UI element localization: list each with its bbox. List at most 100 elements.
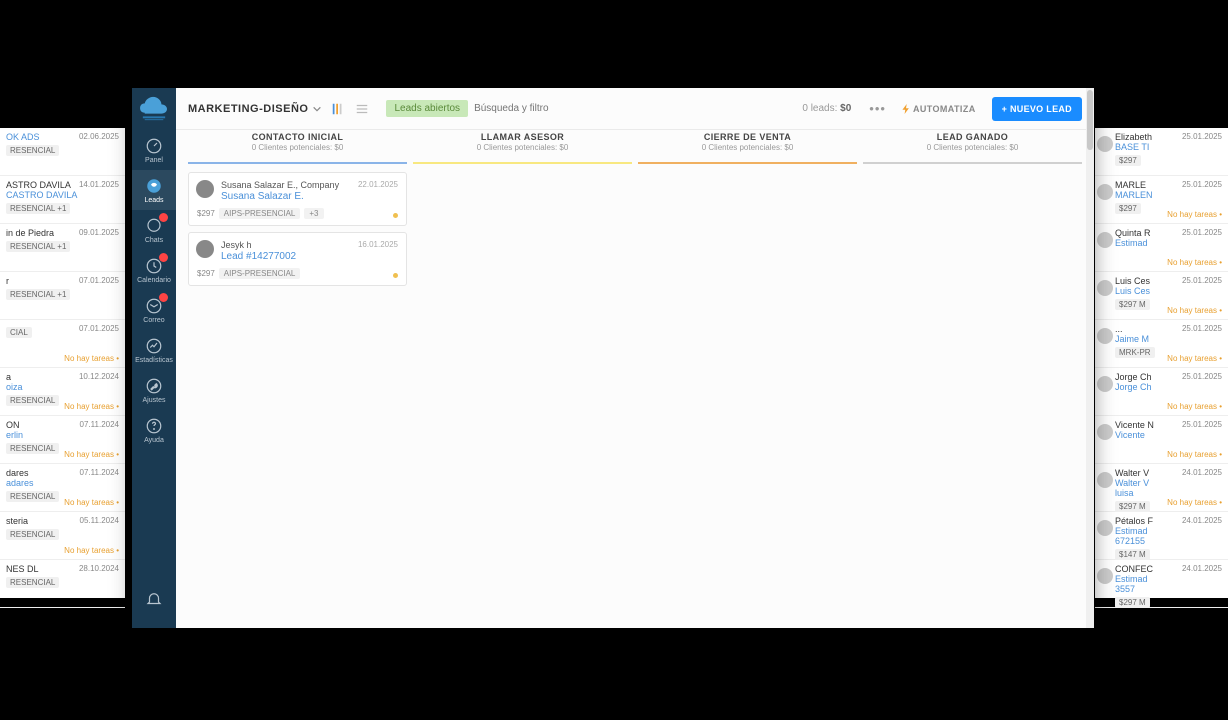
sidebar: Panel Leads Chats Calendario Correo Estadísti… xyxy=(132,88,176,628)
wrench-icon xyxy=(145,377,163,395)
new-lead-button[interactable]: + NUEVO LEAD xyxy=(992,97,1082,121)
stage-column-llamar-asesor[interactable] xyxy=(413,172,632,618)
stages-header: CONTACTO INICIAL0 Clientes potenciales: … xyxy=(176,132,1094,162)
lead-title: Lead #14277002 xyxy=(221,251,398,262)
help-icon xyxy=(145,417,163,435)
stage-column-contacto-inicial[interactable]: Susana Salazar E., CompanySusana Salazar… xyxy=(188,172,407,618)
sidebar-item-ajustes[interactable]: Ajustes xyxy=(132,370,176,410)
stage-title: LLAMAR ASESOR xyxy=(413,132,632,142)
logo-icon xyxy=(139,96,169,122)
chevron-down-icon xyxy=(312,104,322,114)
more-button[interactable]: ••• xyxy=(869,101,886,116)
notification-badge xyxy=(159,293,168,302)
automate-button[interactable]: AUTOMATIZA xyxy=(894,100,984,118)
search-input[interactable] xyxy=(474,103,614,114)
background-card: 25.01.2025Quinta REstimadNo hay tareas • xyxy=(1095,224,1228,272)
scrollbar-thumb[interactable] xyxy=(1087,90,1093,150)
stage-title: CIERRE DE VENTA xyxy=(638,132,857,142)
stage-subtitle: 0 Clientes potenciales: $0 xyxy=(638,143,857,152)
lead-card[interactable]: Jesyk hLead #1427700216.01.2025$297AIPS-… xyxy=(188,232,407,286)
sidebar-item-label: Ajustes xyxy=(143,397,166,404)
logo[interactable] xyxy=(137,94,171,124)
background-card: 25.01.2025Vicente NVicenteNo hay tareas … xyxy=(1095,416,1228,464)
sidebar-item-calendario[interactable]: Calendario xyxy=(132,250,176,290)
background-card: 25.01.2025Jorge ChJorge ChNo hay tareas … xyxy=(1095,368,1228,416)
stage-subtitle: 0 Clientes potenciales: $0 xyxy=(188,143,407,152)
app-window: Panel Leads Chats Calendario Correo Estadísti… xyxy=(132,88,1094,628)
menu-icon[interactable] xyxy=(354,101,370,117)
background-card: 28.10.2024NES DLRESENCIAL xyxy=(0,560,125,608)
background-card: 07.01.2025CIALNo hay tareas • xyxy=(0,320,125,368)
lead-date: 16.01.2025 xyxy=(358,240,398,249)
bolt-icon xyxy=(902,104,910,114)
background-card: 07.01.2025rRESENCIAL +1 xyxy=(0,272,125,320)
stage-header[interactable]: CIERRE DE VENTA0 Clientes potenciales: $… xyxy=(638,132,857,162)
pipeline-selector[interactable]: MARKETING-DISEÑO xyxy=(188,103,322,115)
scrollbar[interactable] xyxy=(1086,88,1094,628)
sidebar-item-notifications[interactable] xyxy=(132,580,176,620)
lead-tag: +3 xyxy=(304,208,323,219)
sidebar-item-ayuda[interactable]: Ayuda xyxy=(132,410,176,450)
sidebar-item-label: Correo xyxy=(143,317,164,324)
sidebar-item-chats[interactable]: Chats xyxy=(132,210,176,250)
filter-pill[interactable]: Leads abiertos xyxy=(386,100,468,117)
sidebar-item-label: Estadísticas xyxy=(135,357,173,364)
background-card: 02.06.2025OK ADSRESENCIAL xyxy=(0,128,125,176)
background-card: 24.01.2025Pétalos FEstimad672155$147 M xyxy=(1095,512,1228,560)
avatar xyxy=(196,240,214,258)
background-card: 24.01.2025Walter VWalter Vluisa$297 MNo … xyxy=(1095,464,1228,512)
stage-color-bar xyxy=(413,162,632,164)
sidebar-item-label: Leads xyxy=(144,197,163,204)
background-card: 10.12.2024aoizaRESENCIALNo hay tareas • xyxy=(0,368,125,416)
sidebar-item-estadísticas[interactable]: Estadísticas xyxy=(132,330,176,370)
stage-color-bar xyxy=(638,162,857,164)
bell-icon xyxy=(145,590,163,608)
background-card: 25.01.2025...Jaime MMRK-PRNo hay tareas … xyxy=(1095,320,1228,368)
topbar: MARKETING-DISEÑO Leads abiertos 0 leads:… xyxy=(176,88,1094,130)
stage-column-lead-ganado[interactable] xyxy=(863,172,1082,618)
status-dot xyxy=(393,273,398,278)
lead-price: $297 xyxy=(197,269,215,278)
background-card: 14.01.2025ASTRO DAVILACASTRO DAVILARESEN… xyxy=(0,176,125,224)
stage-color-bar xyxy=(863,162,1082,164)
sidebar-item-correo[interactable]: Correo xyxy=(132,290,176,330)
sidebar-item-leads[interactable]: Leads xyxy=(132,170,176,210)
kanban-board: Susana Salazar E., CompanySusana Salazar… xyxy=(176,162,1094,628)
notification-badge xyxy=(159,253,168,262)
background-card: 05.11.2024steriaRESENCIALNo hay tareas • xyxy=(0,512,125,560)
stage-title: LEAD GANADO xyxy=(863,132,1082,142)
sidebar-item-label: Ayuda xyxy=(144,437,164,444)
view-toggle-icon[interactable] xyxy=(330,101,346,117)
background-card: 25.01.2025ElizabethBASE TI$297 xyxy=(1095,128,1228,176)
status-dot xyxy=(393,213,398,218)
sidebar-item-label: Calendario xyxy=(137,277,171,284)
sidebar-item-label: Chats xyxy=(145,237,163,244)
stage-column-cierre-de-venta[interactable] xyxy=(638,172,857,618)
background-card: 25.01.2025Luis CesLuis Ces$297 MNo hay t… xyxy=(1095,272,1228,320)
background-card: 07.11.2024daresadaresRESENCIALNo hay tar… xyxy=(0,464,125,512)
lead-tag: AIPS-PRESENCIAL xyxy=(219,208,301,219)
lead-date: 22.01.2025 xyxy=(358,180,398,189)
gauge-icon xyxy=(145,137,163,155)
pipeline-name: MARKETING-DISEÑO xyxy=(188,103,308,115)
sidebar-item-label: Panel xyxy=(145,157,163,164)
stage-header[interactable]: LEAD GANADO0 Clientes potenciales: $0 xyxy=(863,132,1082,162)
lead-icon xyxy=(145,177,163,195)
search-wrap: Leads abiertos xyxy=(386,100,794,117)
background-card: 07.11.2024ONerlinRESENCIALNo hay tareas … xyxy=(0,416,125,464)
notification-badge xyxy=(159,213,168,222)
stage-header[interactable]: LLAMAR ASESOR0 Clientes potenciales: $0 xyxy=(413,132,632,162)
lead-title: Susana Salazar E. xyxy=(221,191,398,202)
stage-title: CONTACTO INICIAL xyxy=(188,132,407,142)
background-panel-right: 25.01.2025ElizabethBASE TI$29725.01.2025… xyxy=(1095,128,1228,598)
background-card: 24.01.2025CONFECEstimad3557$297 M xyxy=(1095,560,1228,608)
stage-subtitle: 0 Clientes potenciales: $0 xyxy=(863,143,1082,152)
lead-card[interactable]: Susana Salazar E., CompanySusana Salazar… xyxy=(188,172,407,226)
avatar xyxy=(196,180,214,198)
lead-price: $297 xyxy=(197,209,215,218)
background-card: 25.01.2025MARLEMARLEN$297No hay tareas • xyxy=(1095,176,1228,224)
sidebar-item-panel[interactable]: Panel xyxy=(132,130,176,170)
main: MARKETING-DISEÑO Leads abiertos 0 leads:… xyxy=(176,88,1094,628)
stage-header[interactable]: CONTACTO INICIAL0 Clientes potenciales: … xyxy=(188,132,407,162)
stage-subtitle: 0 Clientes potenciales: $0 xyxy=(413,143,632,152)
